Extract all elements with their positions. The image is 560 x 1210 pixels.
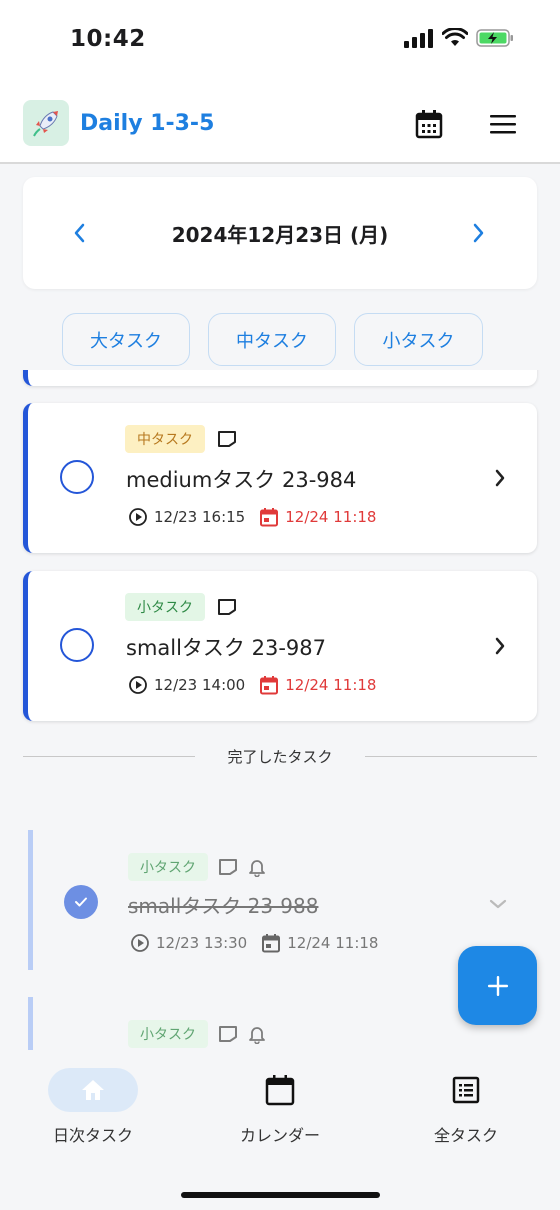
task-card[interactable]: 小タスク smallタスク 23-987 12/23 14:00 12/24 1…: [23, 571, 537, 721]
task-size-filters: 大タスク 中タスク 小タスク: [62, 313, 483, 366]
note-icon: [218, 599, 236, 615]
chevron-right-icon[interactable]: [492, 467, 508, 489]
app-title: Daily 1-3-5: [80, 111, 215, 136]
nav-icon-container: [235, 1068, 325, 1112]
task-meta: 12/23 16:15 12/24 11:18: [128, 507, 376, 527]
nav-icon-container: [48, 1068, 138, 1112]
task-tags: 小タスク: [125, 593, 237, 621]
nav-daily-tasks[interactable]: 日次タスク: [33, 1068, 153, 1146]
calendar-icon[interactable]: [414, 109, 444, 139]
app-logo: [23, 100, 69, 146]
play-circle-icon: [131, 934, 149, 952]
battery-icon: [476, 29, 513, 47]
bottom-nav: 日次タスク カレンダー 全タスク: [0, 1050, 560, 1210]
task-title: smallタスク 23-987: [126, 636, 326, 660]
task-meta: 12/23 14:00 12/24 11:18: [128, 675, 376, 695]
check-icon: [75, 897, 87, 907]
nav-icon-container: [421, 1068, 511, 1112]
rocket-icon: [33, 111, 58, 137]
nav-label: カレンダー: [239, 1126, 320, 1145]
task-start-time: 12/23 13:30: [156, 934, 248, 952]
wifi-icon: [442, 28, 468, 46]
bell-icon: [249, 1027, 265, 1044]
home-indicator: [181, 1192, 380, 1198]
note-icon: [219, 859, 237, 875]
task-meta: 12/23 13:30 12/24 11:18: [130, 933, 378, 953]
task-due-time: 12/24 11:18: [285, 508, 377, 526]
current-date: 2024年12月23日 (月): [171, 223, 389, 247]
menu-icon[interactable]: [488, 112, 518, 136]
task-title: smallタスク 23-988: [128, 894, 319, 918]
home-icon: [82, 1080, 104, 1100]
filter-small-task[interactable]: 小タスク: [354, 313, 483, 366]
divider-line: [23, 756, 195, 757]
chevron-down-icon[interactable]: [487, 896, 509, 912]
date-navigator: 2024年12月23日 (月): [23, 177, 537, 289]
filter-medium-task[interactable]: 中タスク: [208, 313, 336, 366]
nav-label: 全タスク: [433, 1126, 498, 1145]
task-title: mediumタスク 23-984: [126, 468, 357, 492]
note-icon: [218, 431, 236, 447]
plus-icon: [487, 975, 508, 996]
task-due-time: 12/24 11:18: [285, 676, 377, 694]
add-task-button[interactable]: [458, 946, 537, 1025]
task-size-badge: 中タスク: [125, 425, 205, 453]
nav-label: 日次タスク: [52, 1126, 133, 1145]
calendar-icon: [265, 1075, 295, 1106]
play-circle-icon: [129, 508, 147, 526]
list-icon: [452, 1076, 480, 1104]
status-time: 10:42: [70, 26, 146, 52]
task-size-badge: 小タスク: [125, 593, 205, 621]
task-card-partial[interactable]: [23, 370, 537, 386]
task-size-badge: 小タスク: [128, 1020, 208, 1048]
divider-line: [365, 756, 537, 757]
due-calendar-icon: [260, 508, 279, 527]
completed-section-label: 完了したタスク: [227, 748, 333, 766]
status-bar: 10:42: [0, 0, 560, 82]
task-complete-checkbox[interactable]: [60, 460, 94, 494]
note-icon: [219, 1026, 237, 1042]
signal-icon: [404, 29, 433, 48]
chevron-right-icon[interactable]: [492, 635, 508, 657]
task-size-badge: 小タスク: [128, 853, 208, 881]
nav-all-tasks[interactable]: 全タスク: [406, 1068, 526, 1146]
task-card[interactable]: 中タスク mediumタスク 23-984 12/23 16:15 12/24 …: [23, 403, 537, 553]
app-header: Daily 1-3-5: [0, 82, 560, 164]
task-start-time: 12/23 14:00: [154, 676, 246, 694]
due-calendar-icon: [260, 676, 279, 695]
task-tags: 小タスク: [128, 853, 266, 881]
nav-calendar[interactable]: カレンダー: [220, 1068, 340, 1146]
task-tags: 中タスク: [125, 425, 237, 453]
task-tags: 小タスク: [128, 1020, 266, 1048]
task-checked-checkbox[interactable]: [64, 885, 98, 919]
status-icons: [404, 28, 514, 48]
due-calendar-icon: [262, 934, 281, 953]
task-due-time: 12/24 11:18: [287, 934, 379, 952]
completed-task-card[interactable]: 小タスク smallタスク 23-988 12/23 13:30 12/24 1…: [28, 830, 537, 970]
task-start-time: 12/23 16:15: [154, 508, 246, 526]
chevron-right-icon[interactable]: [469, 221, 487, 245]
task-complete-checkbox[interactable]: [60, 628, 94, 662]
filter-large-task[interactable]: 大タスク: [62, 313, 190, 366]
play-circle-icon: [129, 676, 147, 694]
completed-divider: 完了したタスク: [23, 746, 537, 766]
bell-icon: [249, 860, 265, 877]
